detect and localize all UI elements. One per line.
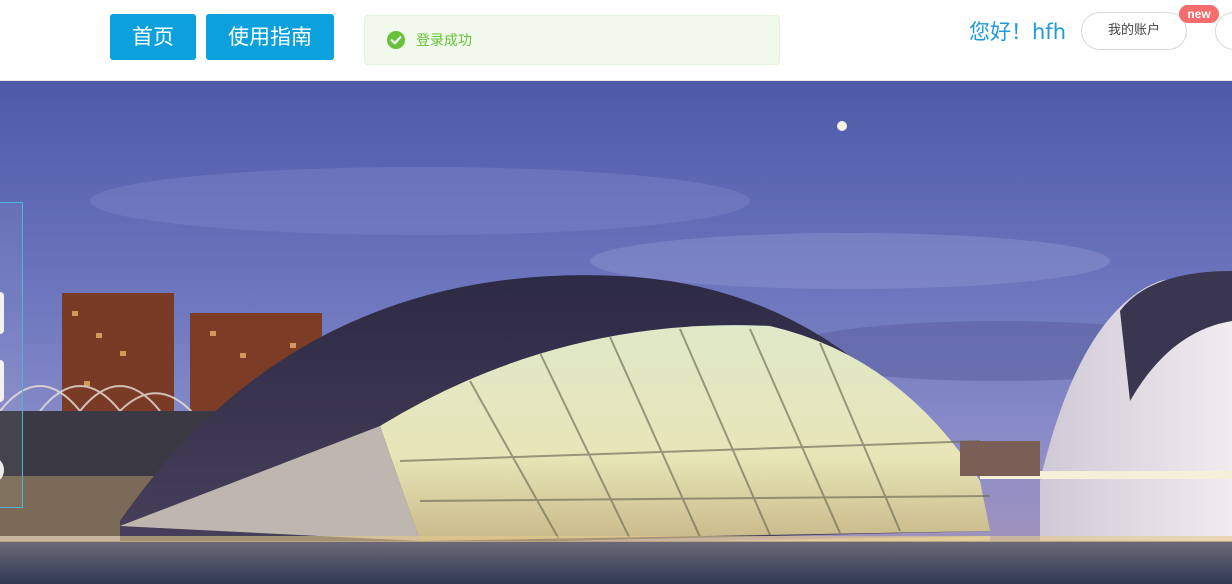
user-guide-button[interactable]: 使用指南 [206,14,334,60]
top-header: 首页 使用指南 登录成功 您好！hfh 我的账户 new [0,0,1232,81]
my-account-button[interactable]: 我的账户 [1081,12,1187,50]
login-success-toast: 登录成功 [364,15,780,65]
hero-illustration [0,81,1232,584]
side-tab-2[interactable] [0,360,4,402]
toast-message: 登录成功 [416,33,472,49]
home-button[interactable]: 首页 [110,14,196,60]
user-greeting: 您好！hfh [969,20,1067,44]
hero-banner-image [0,81,1232,584]
side-float-panel[interactable] [0,202,23,508]
check-circle-icon [387,31,405,49]
new-badge: new [1179,5,1219,23]
side-tab-1[interactable] [0,292,4,334]
